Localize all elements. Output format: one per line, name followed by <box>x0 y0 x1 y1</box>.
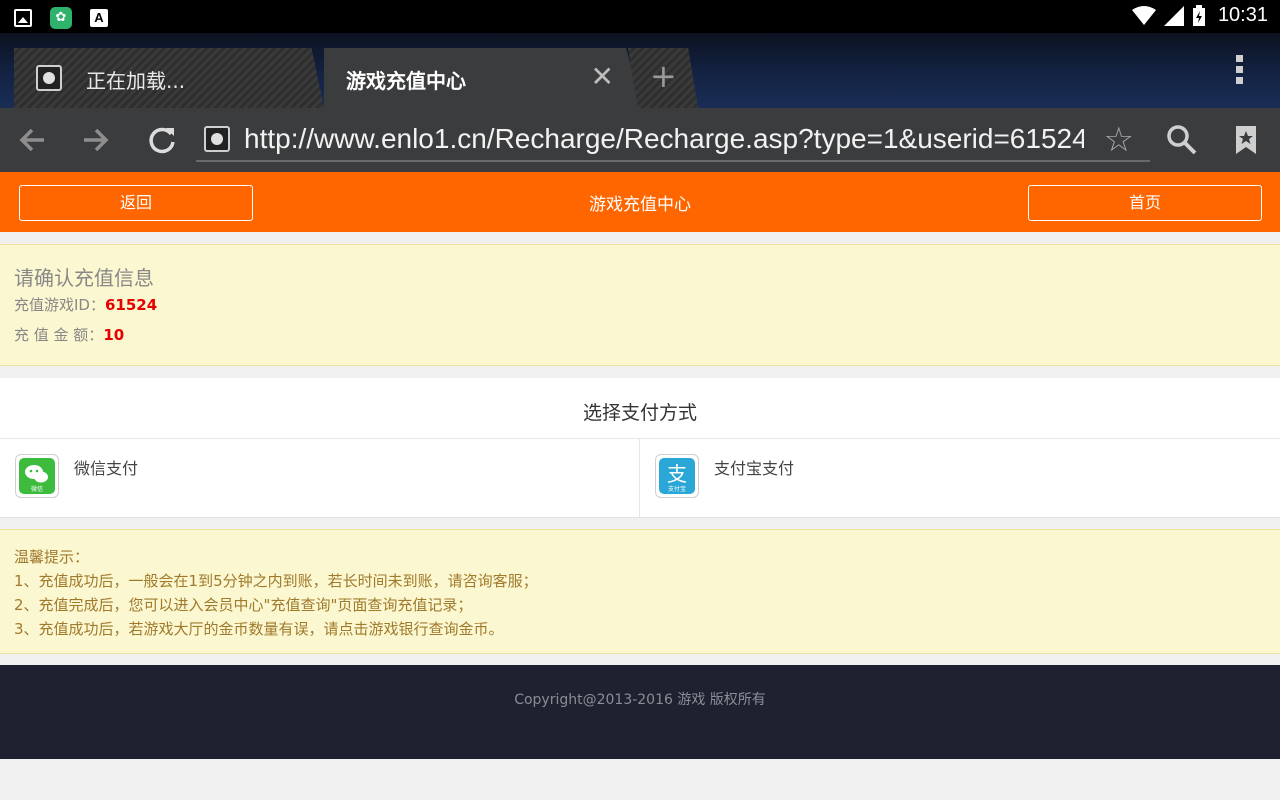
image-icon <box>14 9 32 27</box>
overflow-menu-icon[interactable] <box>1236 55 1244 85</box>
tab-recharge-center[interactable]: 游戏充值中心 ✕ <box>324 48 642 108</box>
forward-arrow-icon[interactable] <box>78 122 114 158</box>
wechat-pay-icon: 微信 <box>15 454 59 498</box>
battery-charging-icon <box>1192 4 1205 26</box>
payment-title: 选择支付方式 <box>582 402 697 424</box>
app-icon: ✿ <box>50 7 72 29</box>
alipay-icon: 支支付宝 <box>655 454 699 498</box>
alipay-icon-text: 支付宝 <box>668 485 686 493</box>
clock: 10:31 <box>1217 4 1268 26</box>
wifi-icon <box>1131 5 1156 25</box>
notice-line: 3、充值成功后，若游戏大厅的金币数量有误，请点击游戏银行查询金币。 <box>14 620 504 638</box>
browser-tab-strip: 正在加载... 游戏充值中心 ✕ + <box>0 33 1280 108</box>
star-icon[interactable]: ☆ <box>1104 120 1134 160</box>
game-id-value: 61524 <box>104 296 158 314</box>
confirm-title: 请确认充值信息 <box>14 266 154 290</box>
tab-label: 游戏充值中心 <box>346 69 466 93</box>
reload-icon[interactable] <box>144 122 180 158</box>
notice-heading: 温馨提示： <box>14 548 90 566</box>
footer: Copyright@2013-2016 游戏 版权所有 <box>0 665 1280 759</box>
close-icon[interactable]: ✕ <box>591 62 614 92</box>
game-id-label: 充值游戏ID： <box>14 296 105 314</box>
payment-options: 微信 微信支付 支支付宝 支付宝支付 <box>0 438 1280 517</box>
plus-icon: + <box>650 57 677 95</box>
home-button[interactable]: 首页 <box>1028 185 1262 221</box>
confirm-info-panel: 请确认充值信息 充值游戏ID：61524 充 值 金 额：10 <box>0 244 1280 366</box>
alipay-label: 支付宝支付 <box>714 459 795 478</box>
new-tab-button[interactable]: + <box>628 48 698 108</box>
signal-icon <box>1163 5 1184 26</box>
notice-line: 2、充值完成后，您可以进入会员中心"充值查询"页面查询充值记录； <box>14 596 473 614</box>
notice-panel: 温馨提示： 1、充值成功后，一般会在1到5分钟之内到账，若长时间未到账，请咨询客… <box>0 529 1280 654</box>
bookmarks-icon[interactable] <box>1228 122 1264 158</box>
svg-text:支: 支 <box>667 462 687 486</box>
tab-loading[interactable]: 正在加载... <box>14 48 324 108</box>
url-text[interactable]: http://www.enlo1.cn/Recharge/Recharge.as… <box>244 123 1084 155</box>
globe-icon <box>36 65 62 91</box>
notice-line: 1、充值成功后，一般会在1到5分钟之内到账，若长时间未到账，请咨询客服； <box>14 572 538 590</box>
back-arrow-icon[interactable] <box>14 122 50 158</box>
wechat-icon-text: 微信 <box>31 485 43 493</box>
status-bar: ✿ A 10:31 <box>0 0 1280 33</box>
alipay-option[interactable]: 支支付宝 支付宝支付 <box>640 439 1280 517</box>
wechat-pay-label: 微信支付 <box>74 459 139 478</box>
font-icon: A <box>90 9 108 27</box>
amount-label: 充 值 金 额： <box>14 326 104 344</box>
tab-label: 正在加载... <box>86 69 186 93</box>
wechat-pay-option[interactable]: 微信 微信支付 <box>0 439 640 517</box>
globe-icon <box>204 126 230 152</box>
copyright-text: Copyright@2013-2016 游戏 版权所有 <box>514 692 766 708</box>
url-bar[interactable]: http://www.enlo1.cn/Recharge/Recharge.as… <box>196 120 1150 162</box>
amount-row: 充 值 金 额：10 <box>14 324 124 345</box>
page-header: 返回 游戏充值中心 首页 <box>0 172 1280 232</box>
amount-value: 10 <box>103 326 125 344</box>
browser-toolbar: http://www.enlo1.cn/Recharge/Recharge.as… <box>0 108 1280 172</box>
payment-section: 选择支付方式 微信 微信支付 支支付宝 支付宝支付 <box>0 378 1280 518</box>
search-icon[interactable] <box>1164 122 1200 158</box>
game-id-row: 充值游戏ID：61524 <box>14 294 157 315</box>
